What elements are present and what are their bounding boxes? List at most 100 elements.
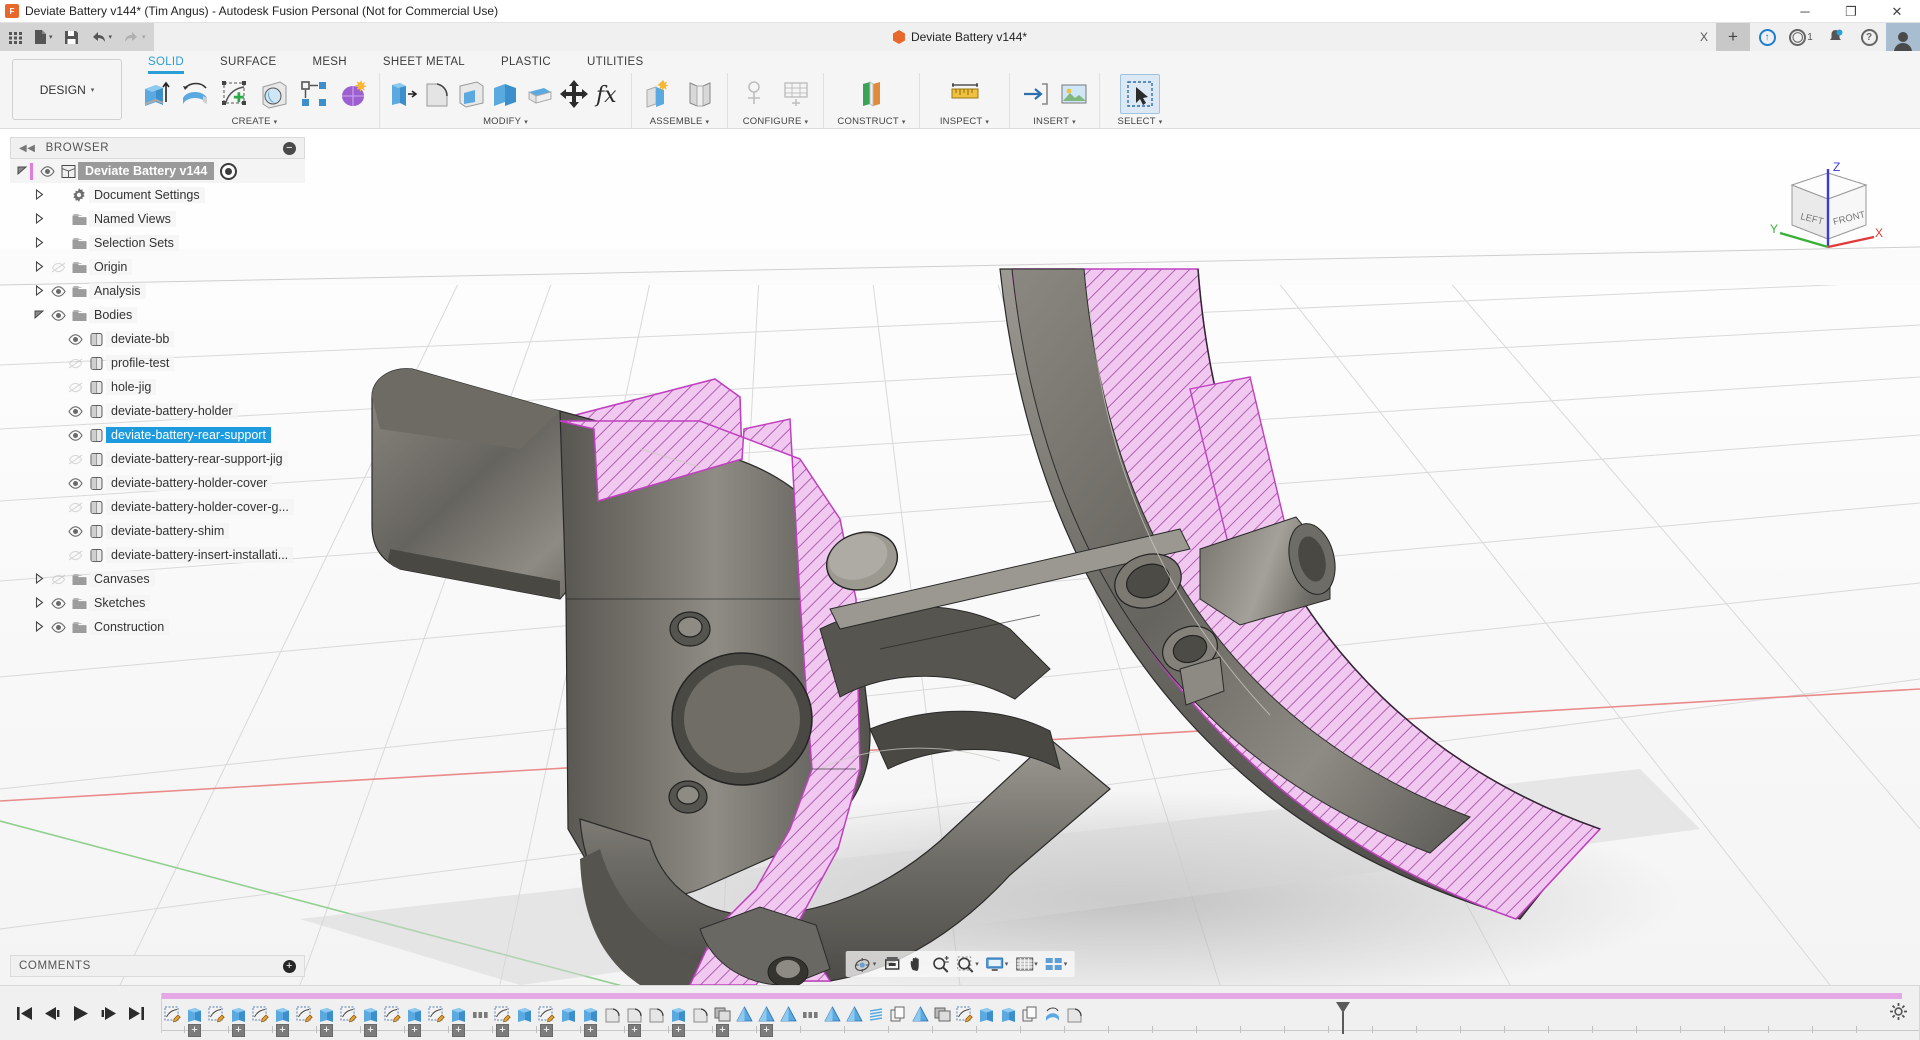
pattern-icon[interactable] (295, 74, 333, 114)
timeline-feature-sketch[interactable] (426, 1003, 447, 1027)
display-settings-icon[interactable]: ▾ (983, 952, 1012, 976)
timeline-feature-fillet[interactable] (602, 1003, 623, 1027)
timeline-feature-extrude[interactable] (998, 1003, 1019, 1027)
visibility-on-icon[interactable] (64, 477, 86, 489)
timeline-group-dots-icon[interactable] (800, 1003, 821, 1027)
timeline-feature-sketch[interactable] (382, 1003, 403, 1027)
minimize-button[interactable]: ─ (1782, 0, 1828, 23)
redo-icon[interactable]: ▾ (123, 30, 146, 44)
workspace-selector[interactable]: DESIGN ▾ (12, 59, 122, 120)
expand-arrow-closed-icon[interactable] (31, 188, 47, 202)
tab-sheet-metal[interactable]: SHEET METAL (365, 53, 483, 72)
browser-tree-item[interactable]: Construction (27, 615, 305, 639)
timeline-track[interactable]: + + + + + + + + + + + + + + (162, 986, 1920, 1040)
notifications-icon[interactable] (1818, 23, 1852, 51)
timeline-feature-fillet[interactable] (1064, 1003, 1085, 1027)
browser-tree-item[interactable]: deviate-battery-insert-installati... (44, 543, 305, 567)
timeline-feature-chamfer[interactable] (778, 1003, 799, 1027)
fillet-icon[interactable] (420, 74, 452, 114)
zoom-icon[interactable] (928, 952, 952, 976)
browser-tree-item[interactable]: deviate-battery-holder-cover (44, 471, 305, 495)
viewport[interactable]: ◀◀ BROWSER − Deviate Battery v144 Documen… (0, 129, 1920, 985)
timeline-feature-chamfer[interactable] (910, 1003, 931, 1027)
timeline-group-expand-button[interactable]: + (628, 1023, 641, 1037)
timeline-feature-fillet[interactable] (690, 1003, 711, 1027)
browser-tree-item[interactable]: deviate-battery-rear-support-jig (44, 447, 305, 471)
visibility-on-icon[interactable] (64, 405, 86, 417)
timeline-group-expand-button[interactable]: + (540, 1023, 553, 1037)
chevron-down-icon[interactable]: ▾ (975, 960, 979, 968)
visibility-off-icon[interactable] (64, 501, 86, 513)
browser-tree-item[interactable]: deviate-battery-holder-cover-g... (44, 495, 305, 519)
panel-insert-label[interactable]: INSERT ▾ (1010, 114, 1099, 129)
expand-arrow-closed-icon[interactable] (31, 596, 47, 610)
timeline-feature-sketch[interactable] (206, 1003, 227, 1027)
tab-utilities[interactable]: UTILITIES (569, 53, 661, 72)
move-copy-icon[interactable] (558, 74, 590, 114)
expand-arrow-closed-icon[interactable] (31, 236, 47, 250)
insert-derive-icon[interactable] (1016, 74, 1054, 114)
joint-icon[interactable] (680, 74, 720, 114)
timeline-feature-sketch[interactable] (338, 1003, 359, 1027)
collapse-icon[interactable]: ◀◀ (19, 143, 36, 154)
browser-tree-item[interactable]: Bodies (27, 303, 305, 327)
timeline-group-expand-button[interactable]: + (320, 1023, 333, 1037)
look-at-icon[interactable] (880, 952, 903, 976)
step-forward-button[interactable] (100, 1006, 117, 1021)
timeline-group-expand-button[interactable]: + (408, 1023, 421, 1037)
measure-icon[interactable] (945, 74, 985, 114)
insert-canvas-icon[interactable] (1056, 74, 1094, 114)
browser-tree-item[interactable]: hole-jig (44, 375, 305, 399)
timeline-group-expand-button[interactable]: + (672, 1023, 685, 1037)
select-icon[interactable] (1120, 73, 1160, 114)
expand-arrow-closed-icon[interactable] (31, 620, 47, 634)
timeline-feature-copy[interactable] (888, 1003, 909, 1027)
timeline-feature-chamfer[interactable] (822, 1003, 843, 1027)
sphere-icon[interactable] (255, 74, 293, 114)
visibility-on-icon[interactable] (47, 309, 69, 321)
chevron-down-icon[interactable]: ▾ (1034, 960, 1038, 968)
visibility-off-icon[interactable] (64, 453, 86, 465)
expand-arrow-open-icon[interactable] (14, 166, 30, 177)
sketch-icon[interactable] (216, 74, 254, 114)
add-comment-button[interactable]: + (283, 959, 296, 973)
timeline-feature-extrude[interactable] (514, 1003, 535, 1027)
expand-arrow-open-icon[interactable] (31, 310, 47, 321)
visibility-off-icon[interactable] (64, 549, 86, 561)
job-status-icon[interactable]: ◯ 1 (1784, 23, 1818, 51)
visibility-off-icon[interactable] (47, 573, 69, 585)
browser-root-node[interactable]: Deviate Battery v144 (10, 159, 305, 183)
panel-modify-label[interactable]: MODIFY ▾ (380, 114, 631, 129)
go-to-end-button[interactable] (128, 1006, 145, 1021)
timeline-group-expand-button[interactable]: + (232, 1023, 245, 1037)
visibility-on-icon[interactable] (64, 429, 86, 441)
timeline-feature-thread[interactable] (866, 1003, 887, 1027)
maximize-button[interactable]: ❐ (1828, 0, 1874, 23)
combine-icon[interactable] (524, 74, 556, 114)
timeline-feature-chamfer[interactable] (844, 1003, 865, 1027)
expand-arrow-closed-icon[interactable] (31, 572, 47, 586)
tab-mesh[interactable]: MESH (294, 53, 364, 72)
browser-tree-item[interactable]: Sketches (27, 591, 305, 615)
browser-tree-item[interactable]: deviate-bb (44, 327, 305, 351)
tab-plastic[interactable]: PLASTIC (483, 53, 569, 72)
chevron-down-icon[interactable]: ▾ (873, 960, 877, 968)
activate-component-button[interactable] (220, 162, 238, 180)
panel-inspect-label[interactable]: INSPECT ▾ (920, 114, 1009, 129)
browser-tree-item[interactable]: Analysis (27, 279, 305, 303)
revolve-icon[interactable] (176, 74, 214, 114)
browser-tree-item[interactable]: Selection Sets (27, 231, 305, 255)
extrude-icon[interactable] (136, 74, 174, 114)
data-panel-icon[interactable]: ↑ (1750, 23, 1784, 51)
timeline-feature-sketch[interactable] (954, 1003, 975, 1027)
timeline-group-expand-button[interactable]: + (496, 1023, 509, 1037)
visibility-on-icon[interactable] (64, 525, 86, 537)
pan-icon[interactable] (904, 952, 927, 976)
browser-tree-item[interactable]: deviate-battery-shim (44, 519, 305, 543)
visibility-off-icon[interactable] (47, 261, 69, 273)
expand-arrow-closed-icon[interactable] (31, 284, 47, 298)
panel-select-label[interactable]: SELECT ▾ (1100, 114, 1180, 129)
browser-tree-item[interactable]: profile-test (44, 351, 305, 375)
user-avatar[interactable] (1886, 23, 1920, 52)
new-tab-button[interactable]: + (1716, 23, 1750, 51)
